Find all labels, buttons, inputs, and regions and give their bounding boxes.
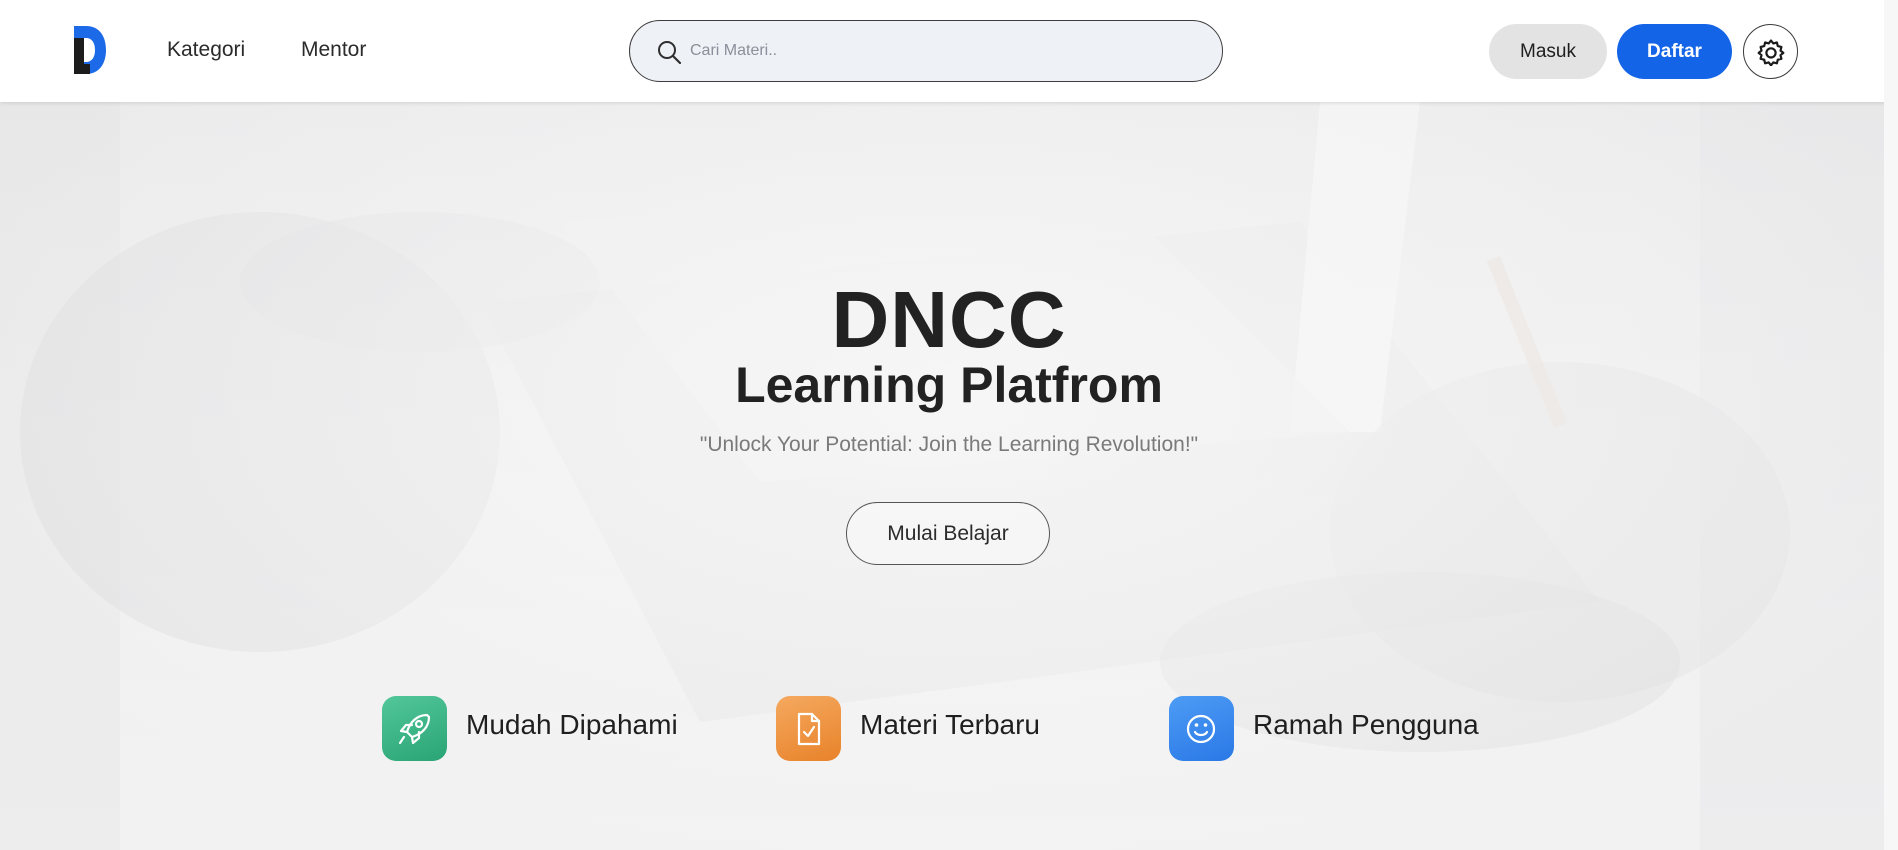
hero-title: DNCC xyxy=(831,275,1067,364)
search-input[interactable] xyxy=(690,33,1190,69)
nav-link-kategori[interactable]: Kategori xyxy=(167,38,245,62)
gear-icon xyxy=(1757,39,1785,66)
feature-label: Mudah Dipahami xyxy=(466,709,678,740)
page-scrollbar[interactable] xyxy=(1884,0,1898,850)
document-check-icon xyxy=(776,696,841,761)
login-button[interactable]: Masuk xyxy=(1489,24,1607,79)
register-button[interactable]: Daftar xyxy=(1617,24,1732,79)
smiley-icon xyxy=(1169,696,1234,761)
nav-link-mentor[interactable]: Mentor xyxy=(301,38,366,62)
feature-label: Ramah Pengguna xyxy=(1253,709,1479,740)
rocket-icon xyxy=(382,696,447,761)
settings-button[interactable] xyxy=(1743,24,1798,79)
search-bar[interactable] xyxy=(629,20,1223,82)
search-icon xyxy=(658,41,682,65)
feature-label: Materi Terbaru xyxy=(860,709,1041,740)
hero-tagline: "Unlock Your Potential: Join the Learnin… xyxy=(699,433,1199,456)
start-learning-button[interactable]: Mulai Belajar xyxy=(846,502,1050,565)
hero-subtitle: Learning Platfrom xyxy=(735,357,1163,413)
top-navbar: Kategori Mentor Masuk Daftar xyxy=(0,0,1898,102)
dncc-logo-icon[interactable] xyxy=(68,24,108,76)
